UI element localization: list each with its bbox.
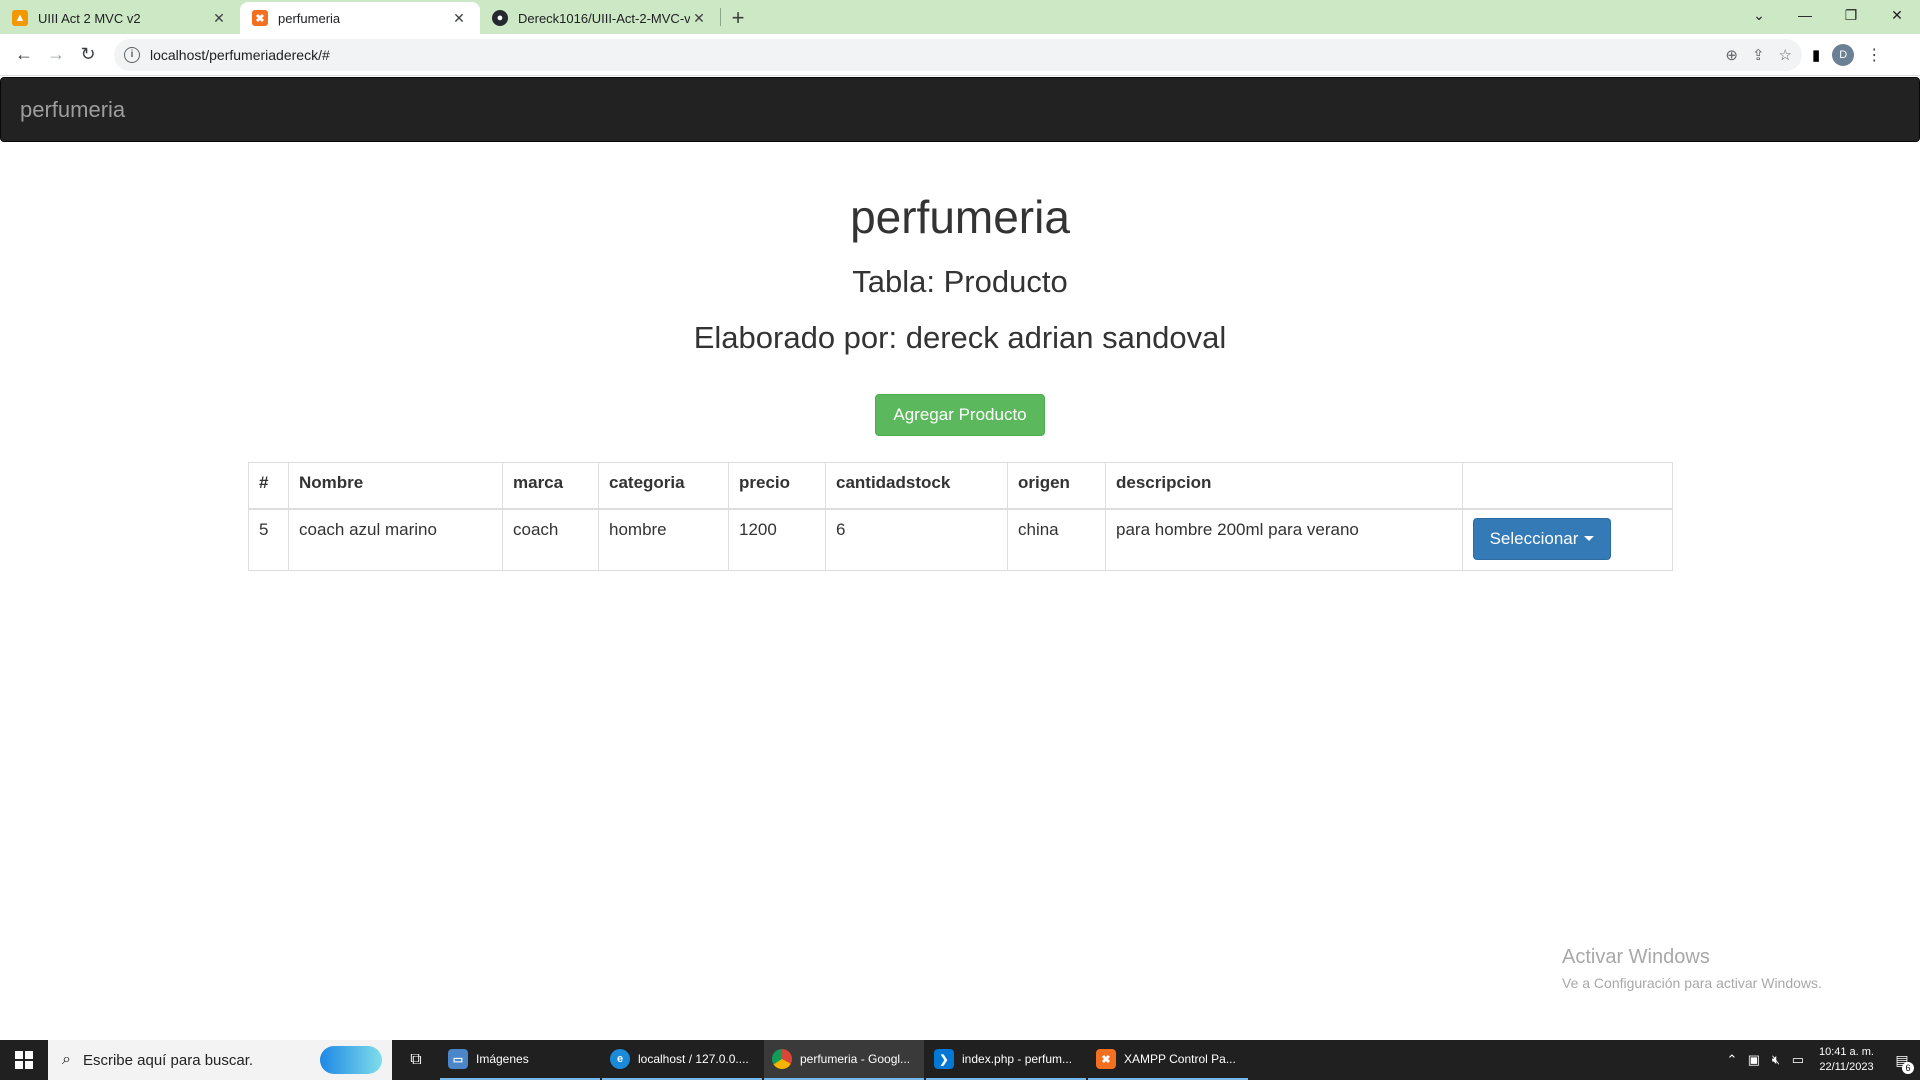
folder-image-icon: ▭ xyxy=(448,1049,468,1069)
browser-tab-strip: ▲ UIII Act 2 MVC v2 ✕ ✖ perfumeria ✕ ● D… xyxy=(0,0,1920,34)
windows-activation-watermark: Activar Windows Ve a Configuración para … xyxy=(1562,946,1822,991)
taskbar-item-label: index.php - perfum... xyxy=(962,1052,1073,1066)
column-header-actions xyxy=(1462,462,1673,510)
table-row: 5 coach azul marino coach hombre 1200 6 … xyxy=(248,508,1673,571)
select-button-label: Seleccionar xyxy=(1489,528,1579,548)
page-content: perfumeria perfumeria Tabla: Producto El… xyxy=(0,76,1920,1040)
column-header-origen: origen xyxy=(1007,462,1106,510)
cell-actions: Seleccionar xyxy=(1462,508,1673,571)
cell-origen: china xyxy=(1007,508,1106,571)
site-info-icon[interactable]: i xyxy=(124,46,140,63)
start-button[interactable] xyxy=(0,1040,48,1080)
products-table: # Nombre marca categoria precio cantidad… xyxy=(248,462,1673,571)
select-dropdown-button[interactable]: Seleccionar xyxy=(1473,517,1611,560)
chevron-up-icon[interactable]: ⌃ xyxy=(1721,1052,1743,1068)
column-header-cantidadstock: cantidadstock xyxy=(825,462,1008,510)
cell-nombre: coach azul marino xyxy=(288,508,503,571)
address-bar[interactable]: i localhost/perfumeriadereck/# ⊕ ⇪ ☆ xyxy=(114,38,1802,71)
github-icon: ● xyxy=(492,10,508,26)
menu-kebab-icon[interactable]: ⋮ xyxy=(1866,45,1882,65)
share-icon[interactable]: ⇪ xyxy=(1752,46,1765,64)
chrome-icon xyxy=(772,1049,792,1069)
cell-id: 5 xyxy=(248,508,289,571)
add-product-button[interactable]: Agregar Producto xyxy=(875,394,1045,436)
column-header-marca: marca xyxy=(502,462,599,510)
tab-title: perfumeria xyxy=(278,10,341,26)
edge-icon: e xyxy=(610,1049,630,1069)
column-header-id: # xyxy=(248,462,289,510)
restore-button[interactable]: ❐ xyxy=(1828,0,1874,30)
clock-date: 22/11/2023 xyxy=(1819,1061,1874,1073)
taskbar-search-box[interactable]: ⌕ Escribe aquí para buscar. xyxy=(48,1040,392,1080)
close-tab-icon[interactable]: ✕ xyxy=(690,10,708,27)
cell-descripcion: para hombre 200ml para verano xyxy=(1105,508,1463,571)
side-panel-icon[interactable]: ▮ xyxy=(1812,46,1820,64)
taskbar-item-imagenes[interactable]: ▭ Imágenes xyxy=(440,1040,600,1080)
navbar: perfumeria xyxy=(0,77,1920,142)
clock[interactable]: 10:41 a. m. 22/11/2023 xyxy=(1819,1045,1874,1075)
taskbar-item-label: XAMPP Control Pa... xyxy=(1124,1052,1236,1066)
tab-search-icon[interactable]: ⌄ xyxy=(1736,0,1782,30)
task-view-icon[interactable]: ⧉ xyxy=(392,1040,440,1080)
search-highlight-image xyxy=(320,1046,382,1074)
forward-arrow-icon[interactable]: → xyxy=(40,39,72,71)
display-icon[interactable]: ▭ xyxy=(1787,1052,1809,1068)
notification-count: 6 xyxy=(1902,1062,1914,1074)
caret-down-icon xyxy=(1584,536,1595,541)
search-placeholder: Escribe aquí para buscar. xyxy=(82,1051,254,1069)
column-header-precio: precio xyxy=(728,462,826,510)
network-icon[interactable]: ▣ xyxy=(1743,1052,1765,1068)
taskbar-item-label: Imágenes xyxy=(476,1052,529,1066)
profile-avatar[interactable]: D xyxy=(1832,43,1855,66)
browser-tab-uiii-act[interactable]: ▲ UIII Act 2 MVC v2 ✕ xyxy=(0,2,240,34)
xampp-icon: ✖ xyxy=(1096,1049,1116,1069)
new-tab-button[interactable]: + xyxy=(721,2,755,34)
close-tab-icon[interactable]: ✕ xyxy=(450,10,468,27)
minimize-button[interactable]: — xyxy=(1782,0,1828,30)
reload-icon[interactable]: ↻ xyxy=(72,39,104,71)
table-subtitle: Tabla: Producto xyxy=(852,264,1068,299)
volume-muted-icon[interactable]: 🔇︎ xyxy=(1765,1052,1787,1068)
watermark-subtitle: Ve a Configuración para activar Windows. xyxy=(1562,975,1822,991)
windows-taskbar: ⌕ Escribe aquí para buscar. ⧉ ▭ Imágenes… xyxy=(0,1040,1920,1080)
browser-tab-github[interactable]: ● Dereck1016/UIII-Act-2-MVC-v2- ✕ xyxy=(480,2,720,34)
close-window-button[interactable]: ✕ xyxy=(1874,0,1920,30)
cell-categoria: hombre xyxy=(598,508,729,571)
cell-precio: 1200 xyxy=(728,508,826,571)
column-header-categoria: categoria xyxy=(598,462,729,510)
browser-tab-perfumeria[interactable]: ✖ perfumeria ✕ xyxy=(240,2,480,34)
taskbar-item-xampp[interactable]: ✖ XAMPP Control Pa... xyxy=(1088,1040,1248,1080)
navbar-brand[interactable]: perfumeria xyxy=(20,97,125,123)
notification-center-icon[interactable]: ▤ 6 xyxy=(1884,1040,1920,1080)
xampp-icon: ✖ xyxy=(252,10,268,26)
back-arrow-icon[interactable]: ← xyxy=(8,39,40,71)
vscode-icon: ❯ xyxy=(934,1049,954,1069)
system-tray: ⌃ ▣ 🔇︎ ▭ 10:41 a. m. 22/11/2023 ▤ 6 xyxy=(1721,1040,1920,1080)
app-icon: ▲ xyxy=(12,10,28,26)
table-header-row: # Nombre marca categoria precio cantidad… xyxy=(248,462,1673,510)
close-tab-icon[interactable]: ✕ xyxy=(210,10,228,27)
cell-cantidadstock: 6 xyxy=(825,508,1008,571)
taskbar-item-label: localhost / 127.0.0.... xyxy=(638,1052,749,1066)
clock-time: 10:41 a. m. xyxy=(1818,1046,1874,1058)
url-text[interactable]: localhost/perfumeriadereck/# xyxy=(150,47,1725,63)
tab-title: UIII Act 2 MVC v2 xyxy=(38,10,141,26)
tab-title: Dereck1016/UIII-Act-2-MVC-v2- xyxy=(518,10,690,26)
cell-marca: coach xyxy=(502,508,599,571)
watermark-title: Activar Windows xyxy=(1562,946,1710,968)
column-header-descripcion: descripcion xyxy=(1105,462,1463,510)
zoom-icon[interactable]: ⊕ xyxy=(1725,46,1738,64)
column-header-nombre: Nombre xyxy=(288,462,503,510)
bookmark-star-icon[interactable]: ☆ xyxy=(1779,46,1792,64)
windows-logo-icon xyxy=(15,1051,33,1069)
page-title: perfumeria xyxy=(850,191,1070,243)
window-controls: ⌄ — ❐ ✕ xyxy=(1736,0,1920,32)
taskbar-item-vscode[interactable]: ❯ index.php - perfum... xyxy=(926,1040,1086,1080)
search-icon: ⌕ xyxy=(62,1051,71,1068)
taskbar-item-chrome[interactable]: perfumeria - Googl... xyxy=(764,1040,924,1080)
browser-toolbar: ← → ↻ i localhost/perfumeriadereck/# ⊕ ⇪… xyxy=(0,34,1920,76)
author-line: Elaborado por: dereck adrian sandoval xyxy=(693,320,1227,355)
taskbar-item-edge[interactable]: e localhost / 127.0.0.... xyxy=(602,1040,762,1080)
taskbar-item-label: perfumeria - Googl... xyxy=(800,1052,911,1066)
